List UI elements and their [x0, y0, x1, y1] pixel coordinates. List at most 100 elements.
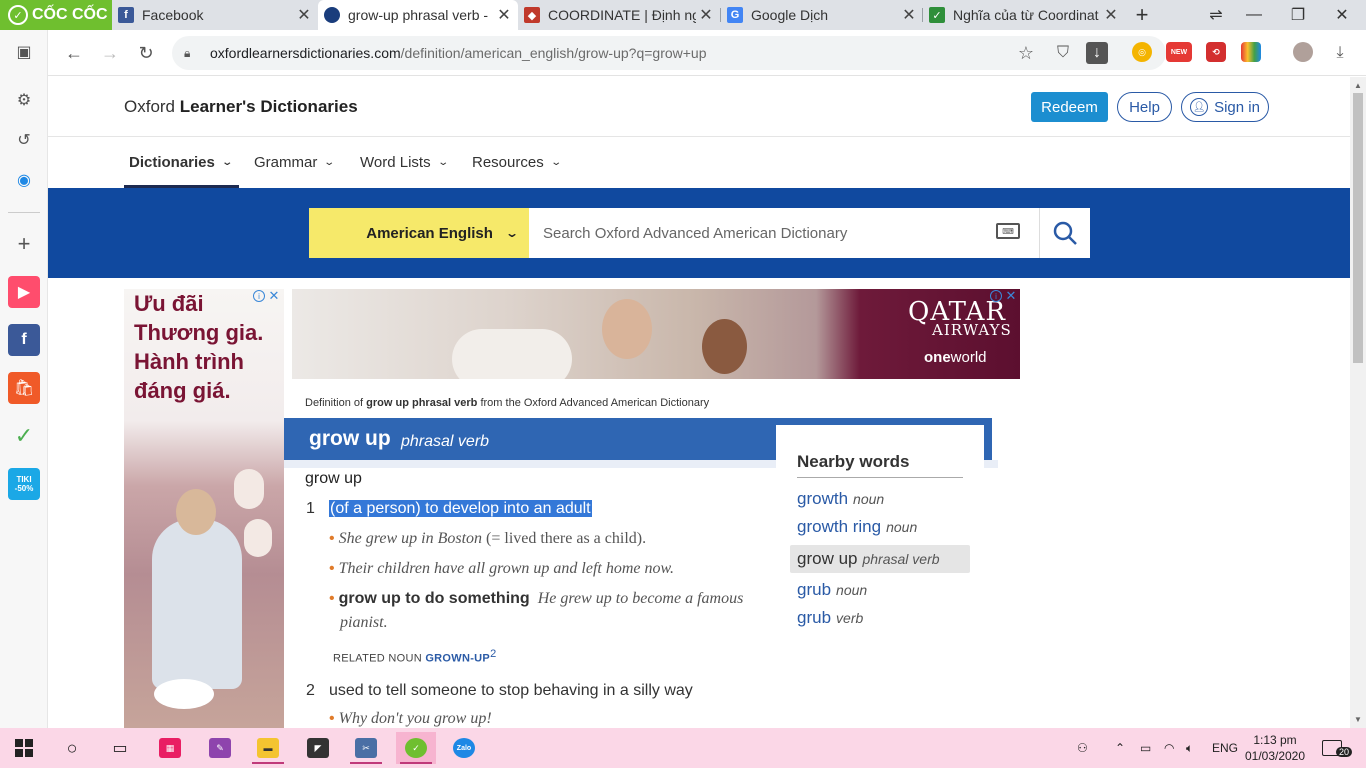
- snipping-tool-icon[interactable]: ✂: [346, 732, 386, 764]
- ad-info-icon[interactable]: i: [253, 290, 265, 302]
- back-button[interactable]: ←: [59, 38, 89, 68]
- close-tab-icon[interactable]: ✕: [696, 5, 716, 25]
- selected-definition-text[interactable]: (of a person) to develop into an adult: [329, 500, 592, 517]
- scrollbar-thumb[interactable]: [1353, 93, 1363, 363]
- battery-icon[interactable]: ▭: [1140, 728, 1151, 768]
- restore-button[interactable]: ❐: [1278, 0, 1318, 30]
- notification-center-icon[interactable]: 20: [1322, 728, 1353, 768]
- related-label: RELATED NOUN: [333, 652, 426, 665]
- scroll-down-arrow-icon[interactable]: ▼: [1350, 712, 1366, 726]
- messenger-icon[interactable]: ◉: [8, 164, 40, 196]
- top-advertisement[interactable]: QATAR AIRWAYS oneworld: [292, 289, 1020, 379]
- ad-choices[interactable]: i ✕: [253, 288, 280, 303]
- sync-extension-icon[interactable]: ⟲: [1206, 42, 1226, 62]
- ad-close-icon[interactable]: ✕: [1005, 288, 1017, 303]
- shield-icon[interactable]: ⛉: [1050, 38, 1076, 68]
- ad-info-icon[interactable]: i: [990, 290, 1002, 302]
- redeem-button[interactable]: Redeem: [1031, 92, 1108, 122]
- close-tab-icon[interactable]: ✕: [494, 5, 514, 25]
- task-view-icon[interactable]: ▭: [100, 732, 140, 764]
- site-logo[interactable]: Oxford Learner's Dictionaries: [124, 97, 358, 117]
- tab-list-icon[interactable]: ⇌: [1196, 0, 1236, 30]
- help-button[interactable]: Help: [1117, 92, 1172, 122]
- sidebar-toggle-icon[interactable]: ▣: [8, 36, 40, 68]
- clock[interactable]: 1:13 pm 01/03/2020: [1240, 732, 1310, 764]
- minimize-button[interactable]: —: [1234, 0, 1274, 30]
- colorful-extension-icon[interactable]: [1241, 42, 1261, 62]
- scroll-up-arrow-icon[interactable]: ▲: [1350, 78, 1366, 92]
- tiki-icon[interactable]: TIKI -50%: [8, 468, 40, 500]
- search-circle-icon[interactable]: ○: [52, 732, 92, 764]
- reload-button[interactable]: ↻: [131, 38, 161, 68]
- facebook-icon[interactable]: f: [8, 324, 40, 356]
- tab-title: Facebook: [142, 7, 204, 23]
- app-grid-icon[interactable]: ▦: [150, 732, 190, 764]
- volume-icon[interactable]: 🔈︎: [1186, 728, 1193, 768]
- nav-word-lists[interactable]: Word Lists ⌄: [360, 154, 449, 171]
- search-input[interactable]: [529, 208, 1039, 258]
- bookmark-star-icon[interactable]: ☆: [1013, 38, 1039, 68]
- coccoc-extension-icon[interactable]: ✓: [8, 420, 40, 452]
- nearby-word-item-current[interactable]: grow up phrasal verb: [790, 545, 970, 573]
- tab-coordinate[interactable]: ◆ COORDINATE | Định ng ✕: [518, 0, 720, 30]
- nearby-word: grub: [797, 608, 832, 627]
- close-window-button[interactable]: ✕: [1322, 0, 1362, 30]
- keyboard-icon[interactable]: ⌨: [996, 223, 1020, 239]
- coccoc-circle-extension-icon[interactable]: ◎: [1132, 42, 1152, 62]
- language-indicator[interactable]: ENG: [1212, 728, 1238, 768]
- url-host: oxfordlearnersdictionaries.com: [210, 45, 401, 61]
- tab-google-dich[interactable]: G Google Dịch ✕: [721, 0, 923, 30]
- people-icon[interactable]: ⚇: [1077, 728, 1088, 768]
- search-button[interactable]: [1039, 208, 1090, 258]
- related-link[interactable]: GROWN-UP: [425, 653, 490, 665]
- downloads-icon[interactable]: ⤓: [1327, 38, 1353, 68]
- sense-definition[interactable]: (of a person) to develop into an adult: [329, 500, 592, 518]
- add-app-icon[interactable]: +: [8, 228, 40, 260]
- dictionary-select[interactable]: American English ⌄: [309, 208, 529, 258]
- ad-choices[interactable]: i ✕: [990, 288, 1017, 303]
- sticky-app-icon[interactable]: ◤: [298, 732, 338, 764]
- page-scrollbar[interactable]: ▲ ▼: [1350, 77, 1366, 728]
- ad-person-head-image: [176, 489, 216, 535]
- tab-grow-up[interactable]: grow-up phrasal verb - ✕: [318, 0, 518, 30]
- tab-facebook[interactable]: f Facebook ✕: [112, 0, 318, 30]
- forward-button[interactable]: →: [95, 38, 125, 68]
- shopee-icon[interactable]: 🛍: [8, 372, 40, 404]
- show-hidden-icons-icon[interactable]: ⌃: [1115, 728, 1125, 768]
- start-button[interactable]: [4, 732, 44, 764]
- sign-in-button[interactable]: 👤︎ Sign in: [1181, 92, 1269, 122]
- history-icon[interactable]: ↺: [8, 124, 40, 156]
- close-tab-icon[interactable]: ✕: [899, 5, 919, 25]
- left-advertisement[interactable]: Ưu đãi Thương gia. Hành trình đáng giá.: [124, 289, 284, 728]
- nearby-word-item[interactable]: grub noun: [790, 577, 970, 603]
- youtube-icon[interactable]: ▶: [8, 276, 40, 308]
- file-explorer-icon[interactable]: ▬: [248, 732, 288, 764]
- coccoc-menu-button[interactable]: ✓ CỐC CỐC: [0, 0, 112, 30]
- close-tab-icon[interactable]: ✕: [294, 5, 314, 25]
- logo-bold-text: Learner's Dictionaries: [179, 97, 358, 116]
- coccoc-taskbar-icon[interactable]: ✓: [396, 732, 436, 764]
- nearby-word-item[interactable]: grub verb: [790, 605, 970, 631]
- headword: grow up: [309, 427, 391, 450]
- logo-light-text: Oxford: [124, 97, 180, 116]
- bullet-icon: •: [329, 560, 335, 577]
- new-tab-button[interactable]: +: [1122, 0, 1162, 30]
- wifi-icon[interactable]: ◠: [1164, 728, 1174, 768]
- ad-close-icon[interactable]: ✕: [268, 288, 280, 303]
- nearby-word-item[interactable]: growth noun: [790, 486, 970, 512]
- nav-grammar[interactable]: Grammar ⌄: [254, 154, 335, 171]
- nearby-word-item[interactable]: growth ring noun: [790, 514, 970, 540]
- google-translate-icon: G: [727, 7, 743, 23]
- sense-number: 2: [306, 682, 315, 699]
- nav-dictionaries[interactable]: Dictionaries ⌄: [129, 154, 233, 171]
- tab-nghia-cua-tu[interactable]: ✓ Nghĩa của từ Coordinat ✕: [923, 0, 1125, 30]
- zalo-icon[interactable]: Zalo: [444, 732, 484, 764]
- paint-app-icon[interactable]: ✎: [200, 732, 240, 764]
- settings-icon[interactable]: ⚙: [8, 84, 40, 116]
- windows-logo-icon: [15, 739, 33, 757]
- download-page-icon[interactable]: ↓: [1086, 42, 1108, 64]
- nav-resources[interactable]: Resources ⌄: [472, 154, 562, 171]
- new-extension-icon[interactable]: NEW: [1166, 42, 1192, 62]
- profile-avatar[interactable]: [1293, 42, 1313, 62]
- close-tab-icon[interactable]: ✕: [1101, 5, 1121, 25]
